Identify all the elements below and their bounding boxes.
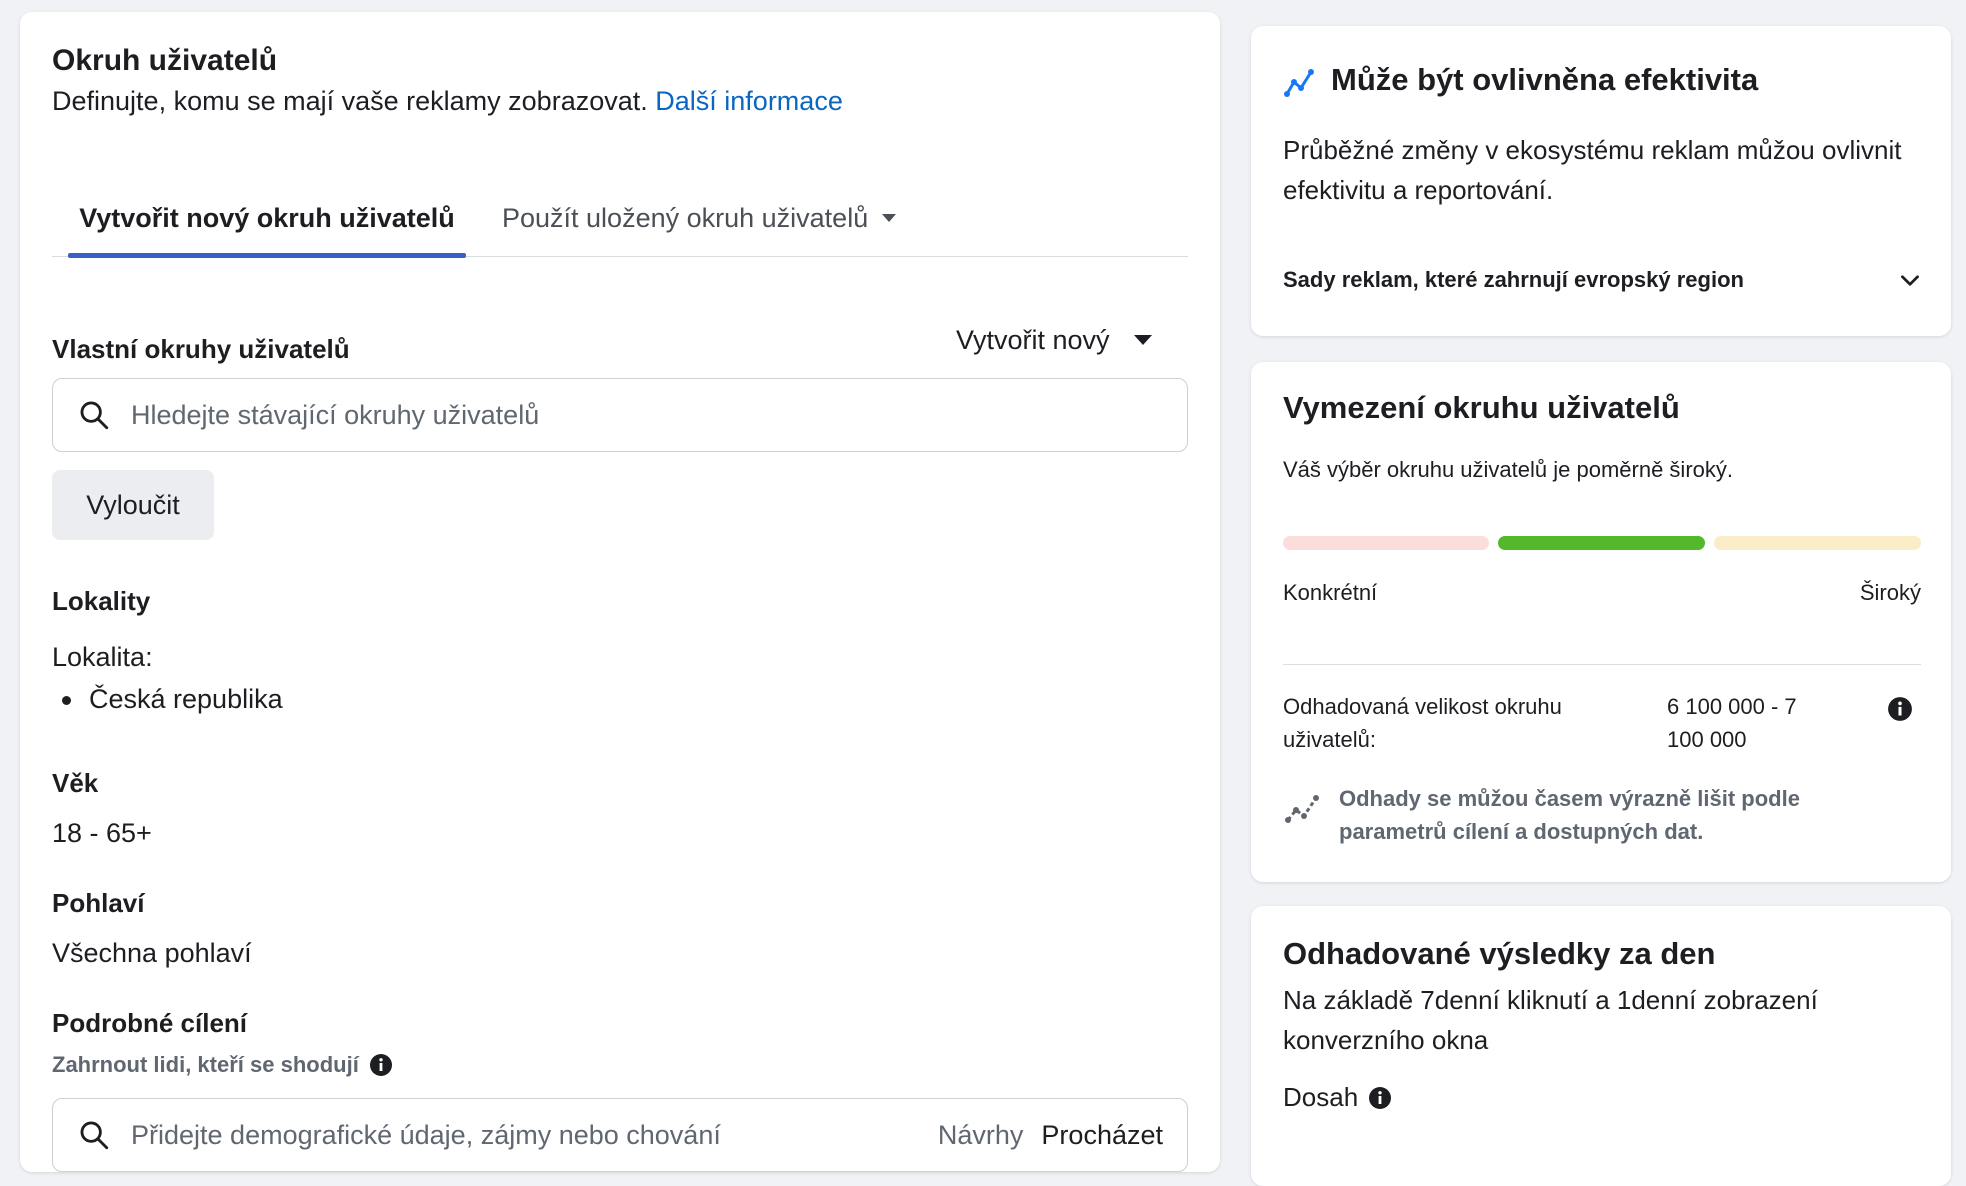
search-icon [80,401,109,430]
meter-broad-label: Široký [1859,580,1921,605]
age-value: 18 - 65+ [52,818,152,848]
detailed-targeting-heading: Podrobné cílení [52,1008,248,1038]
audience-description: Definujte, komu se mají vaše reklamy zob… [52,86,843,117]
suggestions-link[interactable]: Návrhy [938,1120,1024,1151]
caret-down-icon [1133,335,1152,345]
chevron-down-icon [1901,275,1919,286]
tab-create-label: Vytvořit nový okruh uživatelů [79,202,455,233]
info-icon[interactable] [1887,696,1913,722]
tab-create-new-audience[interactable]: Vytvořit nový okruh uživatelů [68,180,466,258]
exclude-button[interactable]: Vyloučit [52,470,214,540]
detailed-targeting-subheading-text: Zahrnout lidi, kteří se shodují [52,1052,359,1077]
definition-text: Váš výběr okruhu uživatelů je poměrně ši… [1283,457,1733,482]
divider [1283,664,1921,665]
estimate-icon [1285,795,1319,823]
detailed-targeting-subheading: Zahrnout lidi, kteří se shodují [52,1052,393,1078]
european-region-label: Sady reklam, které zahrnují evropský reg… [1283,267,1744,292]
daily-results-text: Na základě 7denní kliknutí a 1denní zobr… [1283,985,1818,1055]
daily-results-title: Odhadované výsledky za den [1283,936,1716,971]
detailed-targeting-input[interactable] [129,1118,938,1152]
audience-description-text: Definujte, komu se mají vaše reklamy zob… [52,86,648,116]
daily-results-card: Odhadované výsledky za den Na základě 7d… [1251,906,1951,1186]
meter-segment-active [1498,536,1705,550]
create-new-dropdown[interactable]: Vytvořit nový [956,320,1152,360]
gender-heading: Pohlaví [52,888,145,918]
custom-audiences-label: Vlastní okruhy uživatelů [52,334,350,364]
audience-title: Okruh uživatelů [52,44,278,77]
location-name: Česká republika [89,684,283,714]
custom-audience-search-input[interactable] [129,398,1187,432]
estimated-size-value: 6 100 000 - 7 100 000 [1667,694,1797,752]
meter-segment-specific [1283,536,1489,550]
performance-title: Může být ovlivněna efektivita [1331,62,1759,97]
trend-icon [1284,69,1314,97]
search-icon [80,1121,109,1150]
locations-heading: Lokality [52,586,151,616]
tab-saved-audience[interactable]: Použít uložený okruh uživatelů [502,180,897,256]
reach-label: Dosah [1283,1082,1359,1112]
info-icon[interactable] [1368,1086,1392,1110]
estimate-note: Odhady se můžou časem výrazně lišit podl… [1339,786,1800,844]
meter-specific-label: Konkrétní [1283,580,1378,605]
age-heading: Věk [52,768,99,798]
audience-card: Okruh uživatelů Definujte, komu se mají … [20,12,1220,1172]
learn-more-link[interactable]: Další informace [655,86,843,116]
reach-row: Dosah [1283,1082,1392,1113]
custom-audience-search[interactable] [52,378,1188,452]
info-icon[interactable] [369,1053,393,1077]
performance-card: Může být ovlivněna efektivita Průběžné z… [1251,26,1951,336]
audience-tabs: Vytvořit nový okruh uživatelů Použít ulo… [52,180,1188,258]
audience-definition-card: Vymezení okruhu uživatelů Váš výběr okru… [1251,362,1951,882]
browse-link[interactable]: Procházet [1041,1120,1163,1151]
european-region-expander[interactable]: Sady reklam, které zahrnují evropský reg… [1283,260,1923,300]
create-new-label: Vytvořit nový [956,324,1110,355]
location-list-item: Česká republika [62,684,283,715]
caret-down-icon [882,214,897,222]
estimated-size-label: Odhadovaná velikost okruhu uživatelů: [1283,694,1562,752]
exclude-button-label: Vyloučit [86,489,180,520]
gender-value: Všechna pohlaví [52,938,252,968]
performance-text: Průběžné změny v ekosystému reklam můžou… [1283,135,1902,205]
definition-title: Vymezení okruhu uživatelů [1283,390,1680,425]
meter-segment-broad [1714,536,1921,550]
location-label: Lokalita: [52,642,153,672]
detailed-targeting-search[interactable]: Návrhy Procházet [52,1098,1188,1172]
tab-saved-label: Použít uložený okruh uživatelů [502,202,869,233]
bullet-icon [62,696,71,706]
